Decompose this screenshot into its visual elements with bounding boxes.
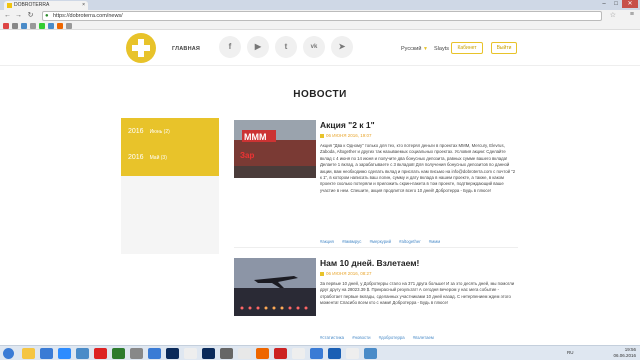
archive-item[interactable]: 2016 Май (3) <box>121 154 219 180</box>
tag-link[interactable]: #акция <box>320 239 334 244</box>
tag-link[interactable]: #взлетаем <box>413 335 434 340</box>
word-icon[interactable] <box>328 348 341 359</box>
app-icon[interactable] <box>310 348 323 359</box>
photoshop-icon[interactable] <box>202 348 215 359</box>
article-body: За первые 10 дней, у Добротерры стало на… <box>320 281 515 306</box>
archive-item[interactable]: 2016 Июнь (2) <box>121 128 219 154</box>
app-icon[interactable] <box>76 348 89 359</box>
divider <box>234 247 518 248</box>
telegram-icon[interactable]: ➤ <box>331 36 353 58</box>
site-header: ГЛАВНАЯ f ▶ t vk ➤ Русский ▼ Slayts Каби… <box>0 30 640 66</box>
browser-tab[interactable]: DOBROTERRA × <box>4 1 88 10</box>
maximize-button[interactable]: □ <box>610 0 622 8</box>
article-title[interactable]: Акция "2 к 1" <box>320 120 375 130</box>
app-icon[interactable] <box>220 348 233 359</box>
opera-icon[interactable] <box>94 348 107 359</box>
bookmark-icon[interactable] <box>66 23 72 29</box>
app-icon[interactable] <box>40 348 53 359</box>
cabinet-button[interactable]: Кабинет <box>451 42 483 54</box>
forward-arrow-icon[interactable]: → <box>14 11 23 20</box>
app-icon[interactable] <box>112 348 125 359</box>
tag-link[interactable]: #ммм <box>429 239 440 244</box>
lock-icon: ● <box>45 13 49 19</box>
back-arrow-icon[interactable]: ← <box>3 11 12 20</box>
browser-menu-icon[interactable]: ≡ <box>630 11 634 18</box>
article-body: Акция "Два к Одному" только для тех, кто… <box>320 143 516 193</box>
start-button-icon[interactable] <box>3 348 14 359</box>
calendar-icon <box>320 271 324 276</box>
firefox-icon[interactable] <box>256 348 269 359</box>
svg-text:МММ: МММ <box>244 132 267 142</box>
system-clock[interactable]: 19:56 06.06.2016 <box>613 347 636 359</box>
logo-plus-icon[interactable] <box>126 33 156 63</box>
tag-link[interactable]: #статистика <box>320 335 344 340</box>
window-controls: – □ ✕ <box>598 0 638 8</box>
username[interactable]: Slayts <box>434 46 449 52</box>
bookmark-icon[interactable] <box>57 23 63 29</box>
explorer-icon[interactable] <box>22 348 35 359</box>
minimize-button[interactable]: – <box>598 0 610 8</box>
app-icon[interactable] <box>238 348 251 359</box>
gmail-bookmark-icon[interactable] <box>3 23 9 29</box>
tab-title: DOBROTERRA <box>14 2 50 8</box>
photoshop-icon[interactable] <box>166 348 179 359</box>
url-text: https://dobroterra.com/news/ <box>53 13 123 19</box>
tag-link[interactable]: #altogether <box>399 239 421 244</box>
twitter-icon[interactable]: t <box>275 36 297 58</box>
chrome-icon[interactable] <box>184 348 197 359</box>
youtube-icon[interactable]: ▶ <box>247 36 269 58</box>
opera-icon[interactable] <box>274 348 287 359</box>
address-bar[interactable]: ● https://dobroterra.com/news/ <box>42 11 602 21</box>
calendar-icon <box>320 133 324 138</box>
article-image[interactable] <box>234 258 316 316</box>
keyboard-language[interactable]: RU <box>567 350 574 355</box>
reload-icon[interactable]: ↻ <box>26 11 35 20</box>
article-image[interactable]: МММ Зар <box>234 120 316 178</box>
tag-link[interactable]: #новости <box>352 335 370 340</box>
language-select[interactable]: Русский ▼ <box>401 46 428 52</box>
vk-icon[interactable]: vk <box>303 36 325 58</box>
app-icon[interactable] <box>130 348 143 359</box>
tag-link[interactable]: #вмвмрус <box>342 239 361 244</box>
app-icon[interactable] <box>346 348 359 359</box>
article-tags: #акция #вмвмрус #меркурий #altogether #м… <box>320 239 447 244</box>
app-icon[interactable] <box>364 348 377 359</box>
skype-icon[interactable] <box>58 348 71 359</box>
logo-slogan <box>113 34 123 62</box>
nav-home-link[interactable]: ГЛАВНАЯ <box>172 46 200 52</box>
taskbar: RU 19:56 06.06.2016 <box>0 345 640 360</box>
bookmark-icon[interactable] <box>48 23 54 29</box>
archive-sidebar: 2016 Июнь (2) 2016 Май (3) <box>121 118 219 254</box>
bookmark-icon[interactable] <box>30 23 36 29</box>
app-icon[interactable] <box>148 348 161 359</box>
archive-years: 2016 Июнь (2) 2016 Май (3) <box>121 118 219 176</box>
tab-favicon-icon <box>7 3 12 8</box>
article-date: 06 ИЮНЯ 2016, 08:27 <box>320 271 372 276</box>
bookmark-star-icon[interactable]: ☆ <box>610 11 616 19</box>
browser-titlebar: DOBROTERRA × – □ ✕ <box>0 0 640 10</box>
browser-toolbar: ← → ↻ ● https://dobroterra.com/news/ ☆ ≡ <box>0 10 640 22</box>
article-tags: #статистика #новости #добротерра #взлета… <box>320 335 441 340</box>
bookmark-icon[interactable] <box>12 23 18 29</box>
bookmarks-bar <box>0 22 640 30</box>
page-title: НОВОСТИ <box>293 89 347 100</box>
facebook-icon[interactable]: f <box>219 36 241 58</box>
svg-text:Зар: Зар <box>240 151 254 160</box>
chevron-down-icon: ▼ <box>422 46 428 52</box>
close-window-button[interactable]: ✕ <box>622 0 638 8</box>
bookmark-icon[interactable] <box>39 23 45 29</box>
tag-link[interactable]: #добротерра <box>379 335 405 340</box>
article-title[interactable]: Нам 10 дней. Взлетаем! <box>320 258 419 268</box>
article-date: 06 ИЮНЯ 2016, 19:07 <box>320 133 372 138</box>
logout-button[interactable]: Выйти <box>491 42 517 54</box>
tag-link[interactable]: #меркурий <box>370 239 391 244</box>
tab-close-icon[interactable]: × <box>82 1 85 10</box>
yandex-icon[interactable] <box>292 348 305 359</box>
bookmark-icon[interactable] <box>21 23 27 29</box>
